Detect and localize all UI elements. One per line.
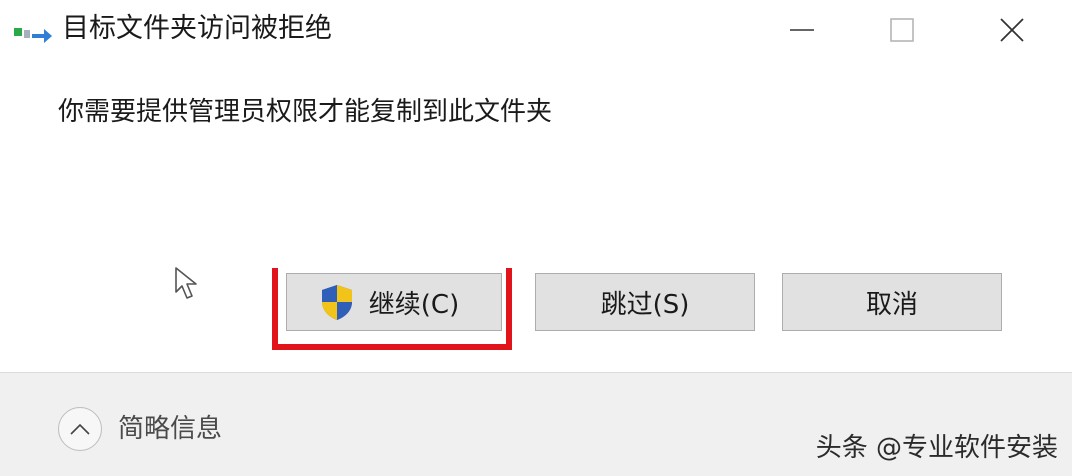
skip-button[interactable]: 跳过(S) [535,273,755,331]
copy-move-icon [14,28,52,43]
dialog-window: 目标文件夹访问被拒绝 你需要提供管理员权限才能复制到此文件夹 继续(C) 跳过(… [0,0,1072,476]
maximize-button[interactable] [852,0,952,60]
details-label[interactable]: 简略信息 [118,411,222,447]
maximize-icon [890,18,914,42]
cancel-label: 取消 [865,289,918,320]
minimize-icon [790,29,814,31]
mouse-cursor-icon [175,267,197,299]
close-icon [1000,18,1024,42]
watermark-text: 头条 @专业软件安装 [815,433,1058,463]
title-bar[interactable]: 目标文件夹访问被拒绝 [0,0,1072,60]
continue-label: 继续(C) [368,289,460,320]
uac-shield-icon [321,285,352,320]
continue-button[interactable]: 继续(C) [286,273,502,331]
chevron-up-icon [70,423,90,435]
cancel-button[interactable]: 取消 [782,273,1002,331]
minimize-button[interactable] [752,0,852,60]
skip-label: 跳过(S) [600,289,690,320]
dialog-footer: 简略信息 头条 @专业软件安装 [0,372,1072,476]
dialog-message: 你需要提供管理员权限才能复制到此文件夹 [58,97,553,127]
close-button[interactable] [962,0,1062,60]
details-toggle-button[interactable] [58,407,102,451]
window-title: 目标文件夹访问被拒绝 [62,13,332,44]
